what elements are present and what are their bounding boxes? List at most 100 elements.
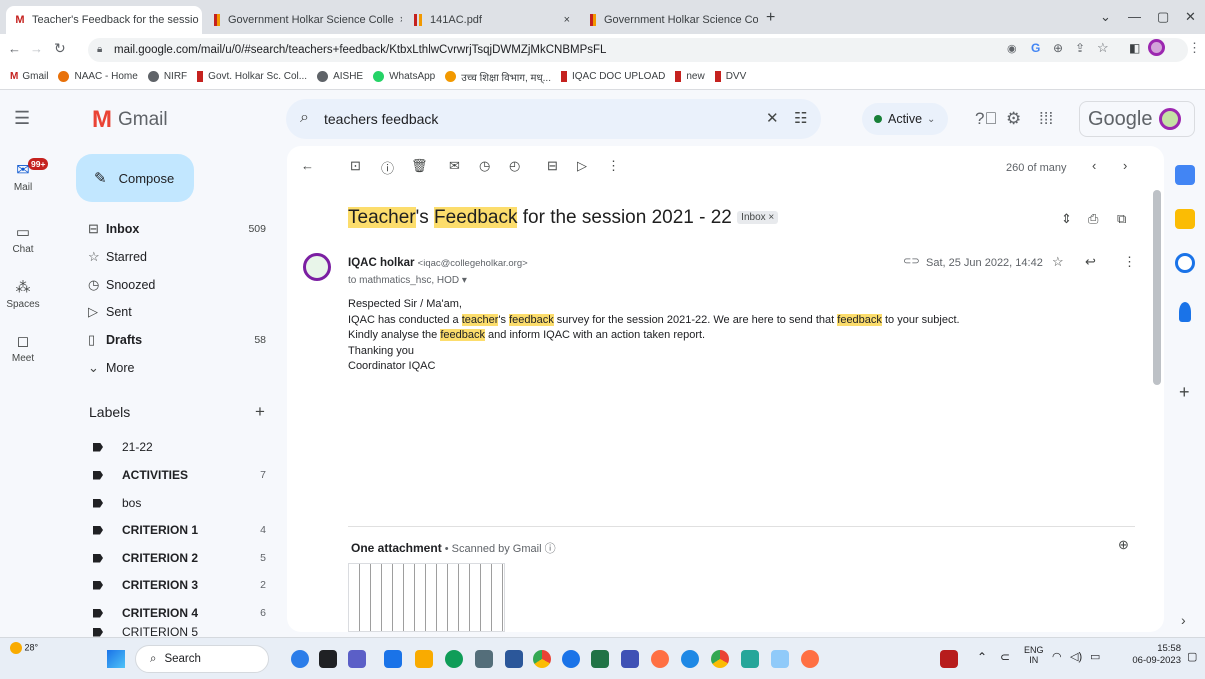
notification-icon[interactable]: ▢ [1187, 650, 1197, 663]
back-to-search-icon[interactable]: ← [301, 158, 314, 173]
tray-chevron-up-icon[interactable]: ⌃ [977, 650, 987, 664]
file-explorer-icon[interactable] [415, 650, 433, 668]
bookmark-dvv[interactable]: DVV [714, 71, 746, 82]
filezilla-icon[interactable] [940, 650, 958, 668]
tab-close-icon[interactable]: × [199, 14, 202, 26]
mark-unread-icon[interactable]: ✉ [449, 158, 460, 174]
taskbar-app-icon[interactable] [291, 650, 309, 668]
clear-search-icon[interactable]: ✕ [766, 109, 779, 127]
bookmark-naac[interactable]: NAAC - Home [58, 71, 138, 82]
rail-mail[interactable]: ✉ 99+ Mail [0, 158, 49, 193]
search-options-icon[interactable]: ☷ [794, 109, 807, 127]
tab-holkar-2[interactable]: Government Holkar Science Colle × [582, 6, 758, 34]
rail-meet[interactable]: ◻ Meet [0, 331, 46, 364]
label-item[interactable]: bos [76, 489, 276, 517]
url-bar[interactable]: 🔒︎ mail.google.com/mail/u/0/#search/teac… [88, 38, 1188, 62]
firefox-icon[interactable] [651, 650, 669, 668]
expand-all-icon[interactable]: ⇕ [1061, 211, 1072, 227]
snooze-icon[interactable]: ◷ [479, 158, 490, 174]
forward-icon[interactable]: → [30, 41, 43, 56]
chrome-icon[interactable] [533, 650, 551, 668]
contacts-icon[interactable] [1179, 302, 1191, 322]
label-as-icon[interactable]: ▷ [577, 158, 587, 174]
label-item[interactable]: CRITERION 32 [76, 571, 276, 599]
reply-icon[interactable]: ↩ [1085, 254, 1096, 270]
message-more-icon[interactable]: ⋮ [1123, 254, 1136, 270]
tab-search-icon[interactable]: ⌄ [1100, 9, 1111, 25]
compose-button[interactable]: ✎ Compose [76, 154, 194, 202]
search-input[interactable]: teachers feedback [324, 111, 438, 127]
task-view-icon[interactable] [319, 650, 337, 668]
search-bar[interactable]: ⌕ teachers feedback ✕ ☷ [286, 99, 821, 139]
label-item[interactable]: 21-22 [76, 433, 276, 461]
label-item[interactable]: CRITERION 25 [76, 544, 276, 572]
settings-gear-icon[interactable]: ⚙ [1006, 109, 1021, 129]
profile-avatar[interactable] [1148, 39, 1165, 56]
chrome-icon[interactable] [711, 650, 729, 668]
battery-icon[interactable]: ▭ [1090, 650, 1100, 663]
bookmark-higher-edu[interactable]: उच्च शिक्षा विभाग, मध्... [445, 70, 551, 84]
bookmark-new[interactable]: new [675, 71, 705, 82]
get-addons-icon[interactable]: + [1179, 382, 1190, 403]
newer-icon[interactable]: ‹ [1092, 158, 1096, 173]
label-item[interactable]: CRITERION 14 [76, 516, 276, 544]
attachment-thumbnail[interactable] [348, 563, 505, 632]
more-actions-icon[interactable]: ⋮ [607, 158, 620, 174]
teams-icon[interactable] [348, 650, 366, 668]
tab-close-icon[interactable]: × [558, 14, 570, 26]
rail-chat[interactable]: ▭ Chat [0, 222, 46, 255]
restore-icon[interactable]: ▢ [1157, 9, 1169, 25]
nav-snoozed[interactable]: ◷ Snoozed [76, 271, 276, 299]
star-message-icon[interactable]: ☆ [1052, 254, 1064, 270]
taskbar-app-icon[interactable] [681, 650, 699, 668]
wifi-icon[interactable]: ◠ [1052, 650, 1062, 663]
bookmark-nirf[interactable]: NIRF [147, 71, 187, 82]
older-icon[interactable]: › [1123, 158, 1127, 173]
browser-menu-icon[interactable]: ⋮ [1188, 40, 1201, 56]
bookmark-gmail[interactable]: M Gmail [10, 71, 48, 82]
calculator-icon[interactable] [475, 650, 493, 668]
edge-icon[interactable] [445, 650, 463, 668]
tab-holkar-1[interactable]: Government Holkar Science Colle × [206, 6, 402, 34]
word-icon[interactable] [505, 650, 523, 668]
sender-avatar[interactable] [303, 253, 331, 281]
message-scrollbar[interactable] [1153, 190, 1161, 385]
close-window-icon[interactable]: ✕ [1185, 9, 1196, 25]
weather-widget[interactable]: 28° [10, 642, 38, 654]
label-item[interactable]: CRITERION 46 [76, 599, 276, 627]
firefox-icon[interactable] [801, 650, 819, 668]
nav-drafts[interactable]: ▯ Drafts 58 [76, 326, 276, 354]
help-app-icon[interactable] [562, 650, 580, 668]
taskbar-app-icon[interactable] [741, 650, 759, 668]
calendar-icon[interactable] [1175, 165, 1195, 185]
taskbar-app-icon[interactable] [384, 650, 402, 668]
side-panel-icon[interactable]: ◧ [1129, 41, 1140, 55]
search-icon[interactable]: ⌕ [300, 109, 309, 127]
minimize-icon[interactable]: — [1128, 9, 1141, 24]
nav-more[interactable]: ⌄ More [76, 354, 276, 382]
back-icon[interactable]: ← [8, 41, 21, 56]
zoom-icon[interactable]: ⊕ [1053, 41, 1063, 55]
help-icon[interactable]: ?⃝ [975, 109, 997, 129]
move-to-icon[interactable]: ⊟ [547, 158, 558, 174]
label-item[interactable]: ACTIVITIES 7 [76, 461, 276, 489]
google-lens-icon[interactable]: G [1031, 41, 1040, 55]
rail-spaces[interactable]: ⁂ Spaces [0, 277, 46, 310]
bookmark-aishe[interactable]: AISHE [317, 71, 363, 82]
volume-icon[interactable]: ◁) [1070, 650, 1082, 663]
share-icon[interactable]: ⇪ [1075, 41, 1085, 55]
keep-icon[interactable] [1175, 209, 1195, 229]
report-spam-icon[interactable]: ⓘ [381, 158, 394, 177]
taskbar-app-icon[interactable] [621, 650, 639, 668]
tab-pdf[interactable]: 141AC.pdf × [406, 6, 578, 34]
nav-starred[interactable]: ☆ Starred [76, 243, 276, 271]
taskbar-search[interactable]: ⌕ Search [135, 645, 269, 673]
add-to-drive-icon[interactable]: ⊕ [1118, 537, 1129, 553]
show-side-panel-icon[interactable]: › [1181, 612, 1186, 628]
taskbar-app-icon[interactable] [771, 650, 789, 668]
tab-close-icon[interactable]: × [394, 14, 402, 26]
bookmark-iqac-upload[interactable]: IQAC DOC UPLOAD [560, 71, 665, 82]
bookmark-star-icon[interactable]: ☆ [1097, 40, 1109, 56]
tab-gmail[interactable]: M Teacher's Feedback for the sessio × [6, 6, 202, 34]
add-label-icon[interactable]: + [255, 402, 265, 422]
